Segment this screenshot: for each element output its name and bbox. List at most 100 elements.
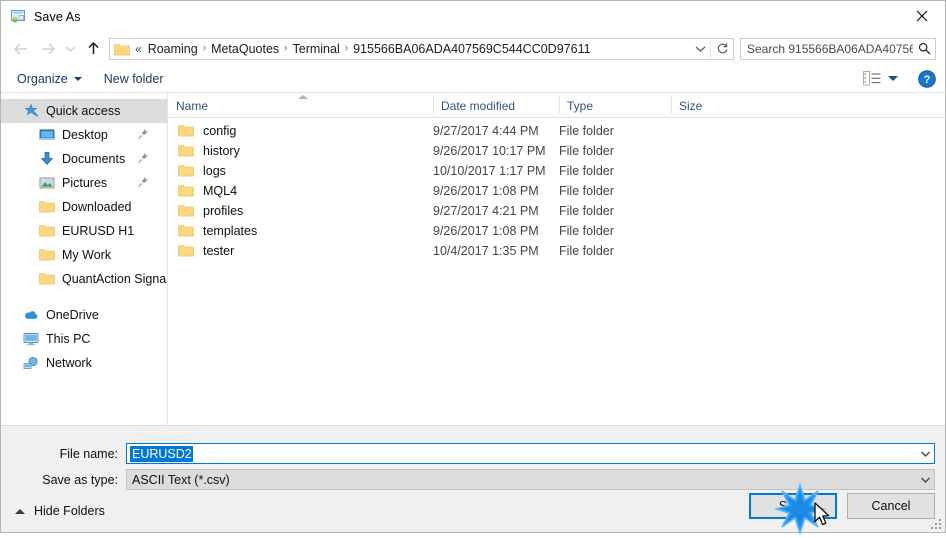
sidebar-item-label: Documents (62, 152, 126, 166)
save-as-type-chevron-down-icon[interactable] (917, 470, 934, 489)
arrow-left-icon (13, 43, 27, 54)
file-date-cell: 9/26/2017 1:08 PM (433, 184, 539, 198)
file-date-cell: 10/10/2017 1:17 PM (433, 164, 546, 178)
sidebar-item-downloaded[interactable]: Downloaded (1, 195, 167, 219)
address-dropdown-button[interactable] (690, 39, 710, 59)
file-name-input[interactable]: EURUSD2 (126, 443, 935, 464)
sidebar-item-quantaction-signal[interactable]: QuantAction Signal (1, 267, 167, 291)
column-header-date-label: Date modified (441, 99, 516, 113)
breadcrumb-separator-icon: › (284, 42, 288, 55)
save-as-type-value: ASCII Text (*.csv) (132, 472, 230, 487)
sidebar-item-quick-access[interactable]: Quick access (1, 99, 167, 123)
address-bar[interactable]: « Roaming › MetaQuotes › Terminal › 9155… (109, 37, 734, 60)
table-row[interactable]: logs 10/10/2017 1:17 PM File folder (168, 161, 945, 181)
file-type-cell: File folder (559, 124, 614, 138)
star-pin-icon (23, 103, 39, 119)
file-rows: config 9/27/2017 4:44 PM File folder his… (168, 118, 945, 261)
table-row[interactable]: config 9/27/2017 4:44 PM File folder (168, 121, 945, 141)
sidebar-item-this-pc[interactable]: This PC (1, 327, 167, 351)
this-pc-icon (23, 331, 39, 347)
table-row[interactable]: tester 10/4/2017 1:35 PM File folder (168, 241, 945, 261)
forward-button[interactable] (34, 37, 60, 61)
file-date-cell: 10/4/2017 1:35 PM (433, 244, 539, 258)
help-circle-icon[interactable]: ? (918, 69, 936, 88)
folder-icon (39, 223, 55, 239)
save-button[interactable]: Save (749, 493, 837, 519)
sidebar-item-desktop[interactable]: Desktop (1, 123, 167, 147)
save-as-app-icon (10, 9, 26, 25)
pin-icon[interactable] (137, 128, 149, 140)
breadcrumb-item-roaming[interactable]: Roaming (145, 42, 201, 56)
column-header-size[interactable]: Size (671, 93, 751, 117)
file-name-chevron-down-icon[interactable] (917, 444, 934, 463)
close-button[interactable] (899, 1, 945, 31)
chevron-down-icon (65, 46, 75, 52)
sidebar-item-label: Network (46, 356, 92, 370)
sidebar-item-label: This PC (46, 332, 91, 346)
pictures-icon (39, 175, 55, 191)
cancel-button-label: Cancel (871, 499, 911, 513)
file-list-pane: Name Date modified Type Size config 9/27… (168, 93, 945, 425)
sidebar-item-documents[interactable]: Documents (1, 147, 167, 171)
back-button[interactable] (8, 37, 34, 61)
up-button[interactable] (80, 37, 106, 61)
file-type-cell: File folder (559, 164, 614, 178)
search-input[interactable]: Search 915566BA06ADA40756... (741, 42, 913, 56)
column-header-date-modified[interactable]: Date modified (433, 93, 559, 117)
network-icon (23, 355, 39, 371)
hide-folders-button[interactable]: Hide Folders (15, 504, 105, 518)
breadcrumb-separator-icon: › (202, 42, 207, 55)
file-name-label: history (203, 144, 240, 158)
folder-icon (39, 199, 55, 215)
command-toolbar: Organize New folder ? (1, 65, 945, 93)
column-header-name[interactable]: Name (168, 93, 433, 117)
file-name-cell: templates (168, 224, 433, 238)
save-as-type-label: Save as type: (42, 472, 118, 487)
file-name-cell: tester (168, 244, 433, 258)
recent-locations-button[interactable] (60, 37, 80, 61)
table-row[interactable]: history 9/26/2017 10:17 PM File folder (168, 141, 945, 161)
hide-folders-label: Hide Folders (34, 504, 105, 518)
view-layout-icon[interactable] (863, 71, 881, 86)
breadcrumb: « Roaming › MetaQuotes › Terminal › 9155… (134, 42, 690, 56)
refresh-button[interactable] (710, 38, 733, 59)
sidebar-item-my-work[interactable]: My Work (1, 243, 167, 267)
table-row[interactable]: templates 9/26/2017 1:08 PM File folder (168, 221, 945, 241)
folder-icon (178, 124, 194, 138)
column-header-name-label: Name (176, 99, 209, 113)
pin-icon[interactable] (137, 152, 149, 164)
sidebar-item-label: OneDrive (46, 308, 99, 322)
search-box[interactable]: Search 915566BA06ADA40756... (740, 37, 936, 60)
organize-button[interactable]: Organize (17, 72, 82, 86)
folder-icon (178, 144, 194, 158)
svg-text:?: ? (924, 74, 931, 86)
breadcrumb-item-metaquotes[interactable]: MetaQuotes (208, 42, 282, 56)
breadcrumb-item-terminal[interactable]: Terminal (290, 42, 343, 56)
sidebar-item-eurusd-h1[interactable]: EURUSD H1 (1, 219, 167, 243)
column-header-type[interactable]: Type (559, 93, 671, 117)
sidebar-item-pictures[interactable]: Pictures (1, 171, 167, 195)
folder-icon (178, 164, 194, 178)
save-as-type-select[interactable]: ASCII Text (*.csv) (126, 469, 935, 490)
pin-icon[interactable] (137, 176, 149, 188)
breadcrumb-item-terminal-id[interactable]: 915566BA06ADA407569C544CC0D97611 (350, 42, 593, 56)
column-header-row: Name Date modified Type Size (168, 93, 945, 118)
file-name-value: EURUSD2 (130, 445, 193, 462)
chevron-down-icon (695, 46, 705, 52)
sidebar-item-onedrive[interactable]: OneDrive (1, 303, 167, 327)
breadcrumb-separator-icon: › (344, 42, 349, 55)
breadcrumb-overflow[interactable]: « (134, 42, 145, 56)
view-options-chevron-down-icon[interactable] (888, 76, 898, 81)
file-name-label: MQL4 (203, 184, 238, 198)
chevron-up-icon (15, 508, 25, 514)
table-row[interactable]: MQL4 9/26/2017 1:08 PM File folder (168, 181, 945, 201)
onedrive-cloud-icon (23, 307, 39, 323)
table-row[interactable]: profiles 9/27/2017 4:21 PM File folder (168, 201, 945, 221)
sidebar-item-network[interactable]: Network (1, 351, 167, 375)
resize-grip-icon[interactable] (930, 518, 941, 529)
cancel-button[interactable]: Cancel (847, 493, 935, 519)
folder-icon (178, 224, 194, 238)
new-folder-button[interactable]: New folder (104, 72, 164, 86)
dialog-body: Quick access Desktop Documents Pictures … (1, 93, 945, 425)
